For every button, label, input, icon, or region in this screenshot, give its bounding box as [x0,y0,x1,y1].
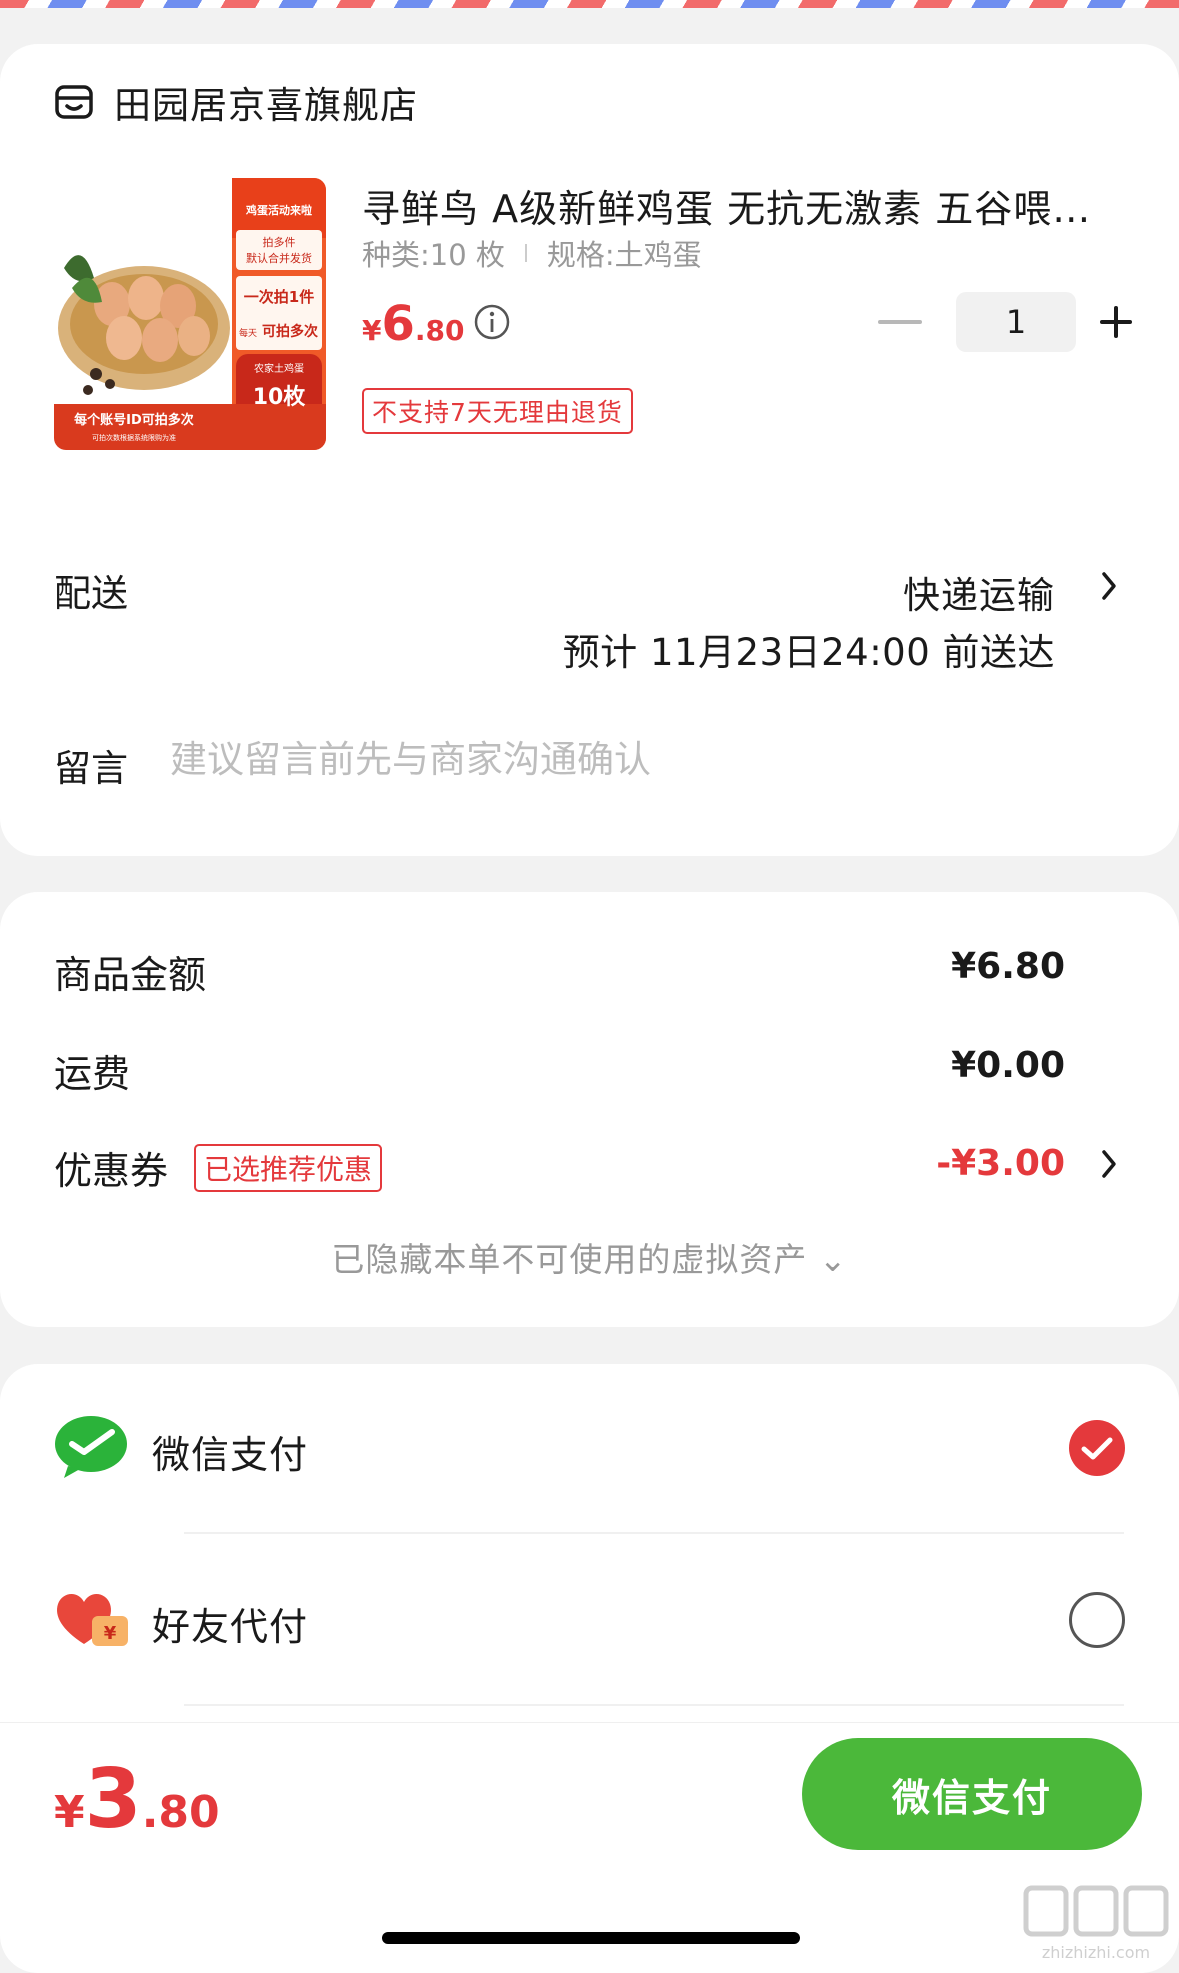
product-title[interactable]: 寻鲜鸟 A级新鲜鸡蛋 无抗无激素 五谷喂… [362,178,1122,233]
no-return-tag: 不支持7天无理由退货 [362,388,633,434]
svg-text:¥: ¥ [104,1623,117,1644]
image-farm-text: 农家土鸡蛋 [254,362,304,375]
unselected-radio[interactable] [1069,1592,1125,1648]
message-input[interactable] [170,738,1070,781]
payment-divider [184,1704,1124,1706]
home-indicator [382,1932,800,1944]
airmail-border [0,0,1179,8]
wechat-pay-icon [55,1416,127,1478]
goods-amount-value: ¥6.80 [951,946,1065,987]
info-icon[interactable] [472,302,512,342]
decrease-button[interactable] [878,320,922,324]
quantity-stepper: 1 [878,292,1144,352]
coupon-label: 优惠券 [54,1149,169,1193]
total-currency: ¥ [54,1787,85,1838]
total-price: ¥ 3 .80 [54,1752,220,1847]
product-image[interactable]: 鸡蛋活动来啦 拍多件 默认合并发货 一次拍1件 每天 可拍多次 农家土鸡蛋 10… [54,178,326,450]
spec-separator [524,244,527,262]
delivery-method[interactable]: 快递运输 [903,565,1055,619]
message-label: 留言 [54,747,128,790]
store-header[interactable]: 田园居京喜旗舰店 [54,72,418,132]
quantity-field[interactable]: 1 [956,292,1076,352]
total-integer: 3 [84,1752,142,1847]
image-banner-text: 鸡蛋活动来啦 [245,203,312,217]
svg-text:zhizhizhi.com: zhizhizhi.com [1042,1943,1150,1962]
store-icon [55,85,93,119]
spec-type: 种类:10 枚 [362,238,505,272]
store-name: 田园居京喜旗舰店 [114,84,418,127]
image-line1-text: 拍多件 [263,235,296,249]
price-decimal: .80 [414,314,465,347]
delivery-label: 配送 [54,572,128,615]
delivery-chevron-icon[interactable] [1098,568,1122,604]
image-footer-text: 每个账号ID可拍多次 [74,412,194,428]
coupon-chevron-icon[interactable] [1098,1146,1122,1182]
goods-amount-label: 商品金额 [54,953,207,997]
increase-button[interactable] [1100,300,1144,344]
total-decimal: .80 [141,1787,220,1838]
shipping-value: ¥0.00 [951,1045,1065,1086]
image-line2-text: 默认合并发货 [246,251,312,265]
image-daily-text: 可拍多次 [262,323,318,340]
product-price: ¥ 6 .80 [362,296,465,352]
payment-option-wechat[interactable]: 微信支付 [0,1398,1179,1498]
image-daily-prefix-text: 每天 [239,327,257,339]
watermark-logo: zhizhizhi.com [1023,1885,1169,1962]
delivery-eta: 预计 11月23日24:00 前送达 [562,631,1055,674]
coupon-value[interactable]: -¥3.00 [936,1143,1065,1184]
friend-pay-icon: ¥ [57,1593,128,1646]
product-specs[interactable]: 种类:10 枚 规格:土鸡蛋 [362,232,702,274]
pay-button[interactable]: 微信支付 [802,1738,1142,1850]
price-currency: ¥ [362,314,382,347]
coupon-badge: 已选推荐优惠 [194,1144,383,1192]
payment-option-friend[interactable]: ¥ 好友代付 [0,1570,1179,1670]
price-integer: 6 [381,296,415,352]
image-once-text: 一次拍1件 [244,288,314,306]
payment-option-label: 好友代付 [152,1605,309,1649]
spec-size: 规格:土鸡蛋 [546,238,702,272]
image-footer-small-text: 可拍次数根据系统限购为准 [92,433,176,442]
order-card [0,44,1179,856]
hidden-assets-toggle[interactable]: 已隐藏本单不可使用的虚拟资产 ⌄ [0,1233,1179,1281]
image-count-text: 10枚 [253,384,306,410]
payment-divider [184,1532,1124,1534]
payment-option-label: 微信支付 [152,1433,309,1477]
selected-check-icon[interactable] [1069,1420,1125,1476]
shipping-label: 运费 [54,1052,131,1096]
